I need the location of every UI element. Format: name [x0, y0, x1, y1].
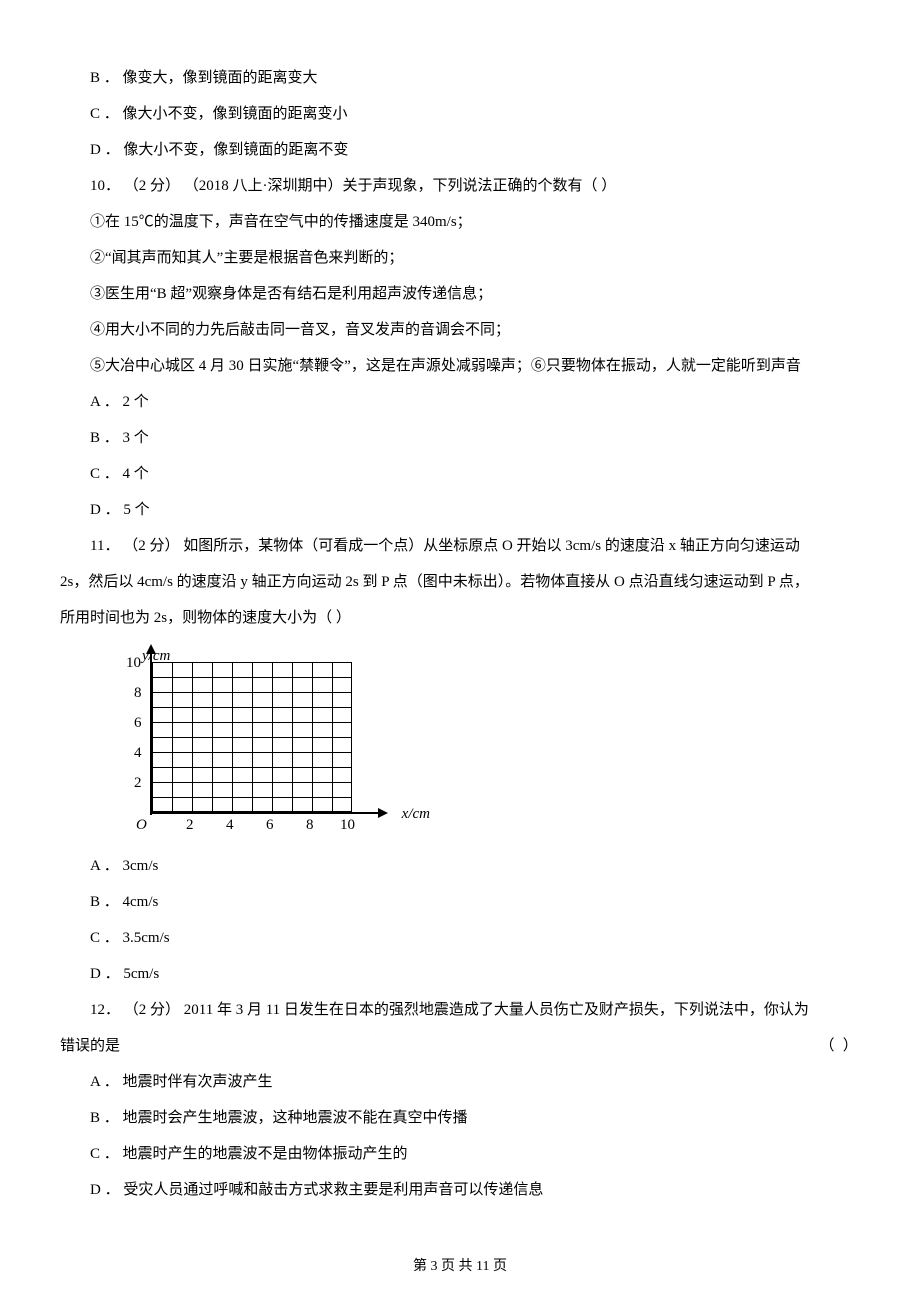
x-axis-line [150, 812, 380, 814]
x-tick-10: 10 [340, 818, 355, 833]
q10-stem: 10． （2 分） （2018 八上·深圳期中）关于声现象，下列说法正确的个数有… [60, 168, 860, 204]
grid-icon [152, 662, 352, 812]
q11-stem-line2: 2s，然后以 4cm/s 的速度沿 y 轴正方向运动 2s 到 P 点（图中未标… [60, 564, 860, 600]
q12-stem-line2: 错误的是 （ ） [60, 1028, 860, 1064]
q12-option-a[interactable]: A ． 地震时伴有次声波产生 [60, 1064, 860, 1100]
q9-option-c[interactable]: C ． 像大小不变，像到镜面的距离变小 [60, 96, 860, 132]
origin-label: O [136, 818, 147, 833]
q12-stem-line1: 12． （2 分） 2011 年 3 月 11 日发生在日本的强烈地震造成了大量… [60, 992, 860, 1028]
y-tick-2: 2 [134, 776, 142, 791]
q12-option-c[interactable]: C ． 地震时产生的地震波不是由物体振动产生的 [60, 1136, 860, 1172]
q10-statement-3: ③医生用“B 超”观察身体是否有结石是利用超声波传递信息； [60, 276, 860, 312]
q9-option-b[interactable]: B ． 像变大，像到镜面的距离变大 [60, 60, 860, 96]
q10-option-b[interactable]: B ． 3 个 [60, 420, 860, 456]
q10-statement-1: ①在 15℃的温度下，声音在空气中的传播速度是 340m/s； [60, 204, 860, 240]
y-tick-8: 8 [134, 686, 142, 701]
x-axis-label: x/cm [402, 796, 430, 832]
q10-statement-4: ④用大小不同的力先后敲击同一音叉，音叉发声的音调会不同； [60, 312, 860, 348]
x-tick-6: 6 [266, 818, 274, 833]
y-tick-4: 4 [134, 746, 142, 761]
x-tick-4: 4 [226, 818, 234, 833]
y-tick-6: 6 [134, 716, 142, 731]
q12-answer-blank[interactable]: （ ） [819, 1028, 860, 1064]
x-axis-arrow-icon [378, 808, 388, 818]
q11-option-b[interactable]: B ． 4cm/s [60, 884, 860, 920]
x-tick-8: 8 [306, 818, 314, 833]
q11-option-a[interactable]: A ． 3cm/s [60, 848, 860, 884]
q10-statement-2: ②“闻其声而知其人”主要是根据音色来判断的； [60, 240, 860, 276]
q11-option-d[interactable]: D ． 5cm/s [60, 956, 860, 992]
q10-option-d[interactable]: D ． 5 个 [60, 492, 860, 528]
q11-stem-line1: 11． （2 分） 如图所示，某物体（可看成一个点）从坐标原点 O 开始以 3c… [60, 528, 860, 564]
q9-option-d[interactable]: D ． 像大小不变，像到镜面的距离不变 [60, 132, 860, 168]
q10-statement-5: ⑤大冶中心城区 4 月 30 日实施“禁鞭令”，这是在声源处减弱噪声；⑥只要物体… [60, 348, 860, 384]
q10-option-c[interactable]: C ． 4 个 [60, 456, 860, 492]
page-footer: 第 3 页 共 11 页 [0, 1250, 920, 1284]
q11-figure: y/cm x/cm O 10 8 6 4 2 2 4 6 8 10 [120, 644, 400, 844]
q12-option-b[interactable]: B ． 地震时会产生地震波，这种地震波不能在真空中传播 [60, 1100, 860, 1136]
x-tick-2: 2 [186, 818, 194, 833]
q12-stem-left: 错误的是 [60, 1038, 120, 1054]
q11-stem-line3: 所用时间也为 2s，则物体的速度大小为（ ） [60, 600, 860, 636]
q11-option-c[interactable]: C ． 3.5cm/s [60, 920, 860, 956]
y-tick-10: 10 [126, 656, 141, 671]
q12-option-d[interactable]: D ． 受灾人员通过呼喊和敲击方式求救主要是利用声音可以传递信息 [60, 1172, 860, 1208]
q10-option-a[interactable]: A ． 2 个 [60, 384, 860, 420]
